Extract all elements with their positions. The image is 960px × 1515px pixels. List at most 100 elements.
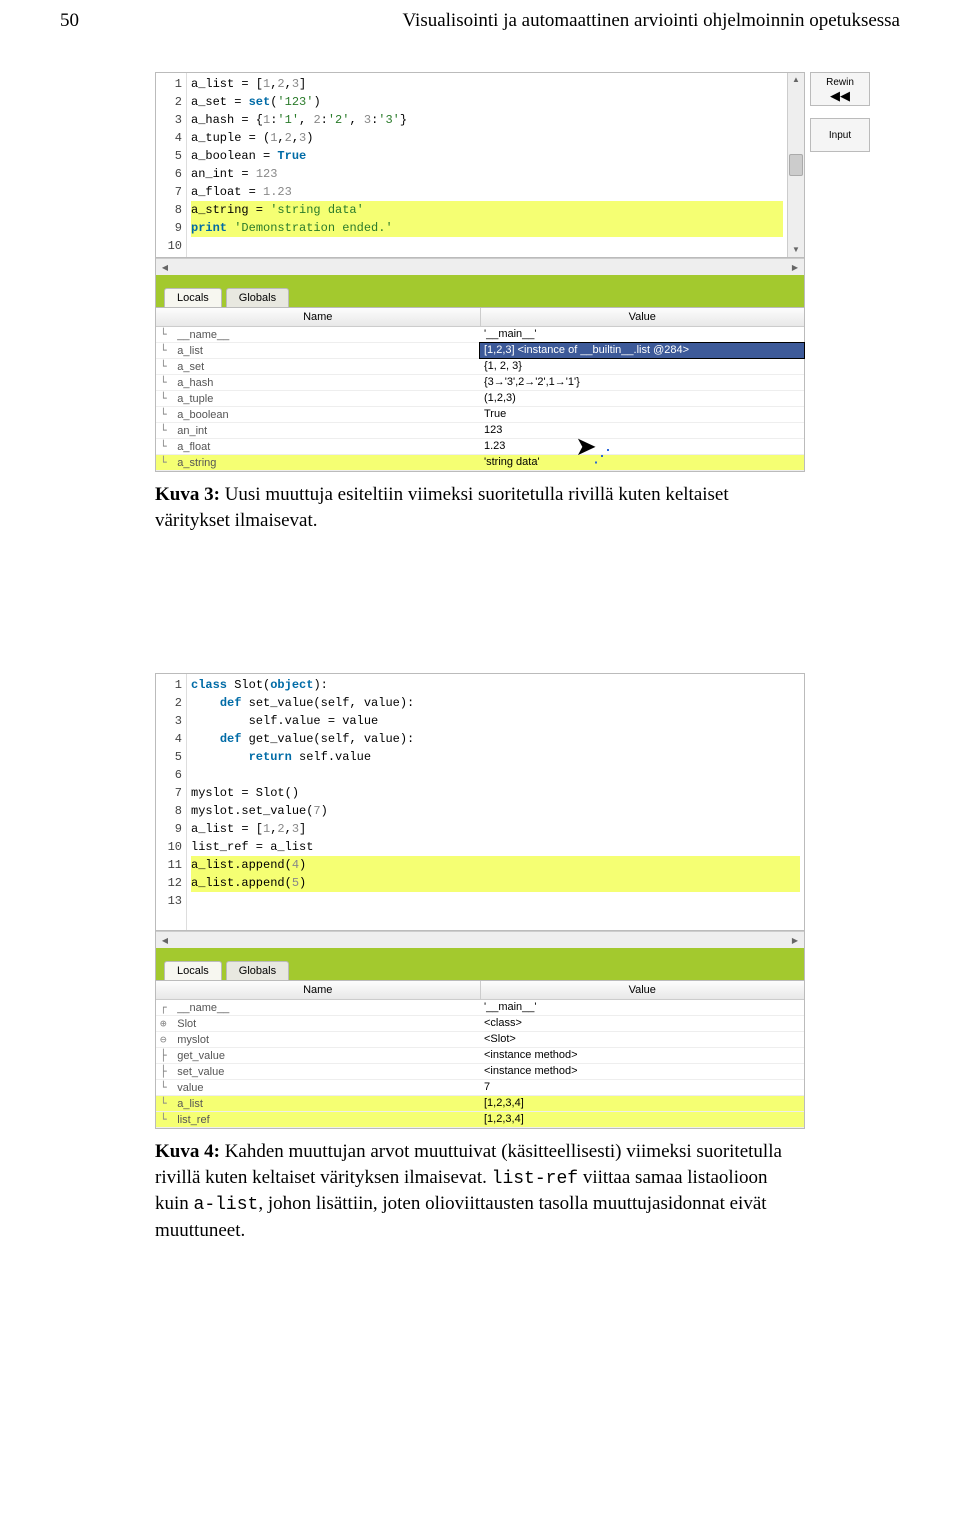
table-row[interactable]: ├ set_value<instance method>: [156, 1064, 804, 1080]
separator: [156, 948, 804, 956]
code-line: a_boolean = True: [191, 147, 783, 165]
variables-table: Name Value ┌ __name__'__main__'⊕ Slot<cl…: [156, 980, 804, 1128]
var-name: └ value: [156, 1080, 480, 1095]
vertical-scrollbar[interactable]: ▲ ▼: [787, 73, 804, 257]
col-value[interactable]: Value: [481, 308, 805, 326]
scroll-down-icon[interactable]: ▼: [792, 243, 800, 257]
var-value: 'string data': [480, 455, 804, 470]
code-line: a_list = [1,2,3]: [191, 75, 783, 93]
scroll-up-icon[interactable]: ▲: [792, 73, 800, 87]
input-label: Input: [829, 130, 851, 141]
figure-4-caption: Kuva 4: Kahden muuttujan arvot muuttuiva…: [155, 1139, 805, 1243]
var-name: ├ set_value: [156, 1064, 480, 1079]
code-area[interactable]: a_list = [1,2,3]a_set = set('123')a_hash…: [187, 73, 787, 257]
table-row[interactable]: └ __name__'__main__': [156, 327, 804, 343]
table-row[interactable]: └ a_float1.23: [156, 439, 804, 455]
scroll-right-icon[interactable]: ▶: [788, 936, 802, 945]
table-row[interactable]: └ an_int123: [156, 423, 804, 439]
table-header: Name Value: [156, 981, 804, 1000]
code-editor: 12345678910111213 class Slot(object): de…: [156, 674, 804, 931]
var-value: 123: [480, 423, 804, 438]
table-row[interactable]: └ a_list[1,2,3] <instance of __builtin__…: [156, 343, 804, 359]
var-value: <instance method>: [480, 1048, 804, 1063]
table-row[interactable]: └ a_list[1,2,3,4]: [156, 1096, 804, 1112]
table-row[interactable]: ⊕ Slot<class>: [156, 1016, 804, 1032]
scroll-left-icon[interactable]: ◀: [158, 936, 172, 945]
horizontal-scrollbar[interactable]: ◀ ▶: [156, 931, 804, 948]
tabs-row: Locals Globals: [156, 956, 804, 980]
table-row[interactable]: └ a_hash{3→'3',2→'2',1→'1'}: [156, 375, 804, 391]
col-value[interactable]: Value: [481, 981, 805, 999]
var-name: └ a_boolean: [156, 407, 480, 422]
var-name: ├ get_value: [156, 1048, 480, 1063]
code-line: print 'Demonstration ended.': [191, 219, 783, 237]
col-name[interactable]: Name: [156, 308, 481, 326]
code-line: list_ref = a_list: [191, 838, 800, 856]
code-line: a_list.append(5): [191, 874, 800, 892]
table-row[interactable]: └ a_string'string data': [156, 455, 804, 471]
page-header: 50 Visualisointi ja automaattinen arvioi…: [60, 10, 900, 32]
side-toolbar: Rewin ◀◀ Input: [810, 72, 870, 152]
caption-label: Kuva 4:: [155, 1141, 220, 1162]
scroll-right-icon[interactable]: ▶: [788, 263, 802, 272]
tab-locals[interactable]: Locals: [164, 288, 222, 307]
code-line: a_string = 'string data': [191, 201, 783, 219]
table-row[interactable]: └ a_set{1, 2, 3}: [156, 359, 804, 375]
rewind-label: Rewin: [826, 77, 854, 88]
var-name: └ a_list: [156, 343, 480, 358]
rewind-icon: ◀◀: [830, 89, 850, 102]
var-value: {1, 2, 3}: [480, 359, 804, 374]
code-line: a_set = set('123'): [191, 93, 783, 111]
col-name[interactable]: Name: [156, 981, 481, 999]
code-line: a_hash = {1:'1', 2:'2', 3:'3'}: [191, 111, 783, 129]
page-number: 50: [60, 10, 79, 32]
screenshot-4: 12345678910111213 class Slot(object): de…: [155, 673, 805, 1129]
var-name: └ an_int: [156, 423, 480, 438]
code-line: [191, 910, 800, 928]
var-value: (1,2,3): [480, 391, 804, 406]
input-button[interactable]: Input: [810, 118, 870, 152]
var-value: {3→'3',2→'2',1→'1'}: [480, 375, 804, 390]
code-line: myslot.set_value(7): [191, 802, 800, 820]
table-row[interactable]: ├ get_value<instance method>: [156, 1048, 804, 1064]
table-row[interactable]: ┌ __name__'__main__': [156, 1000, 804, 1016]
tab-globals[interactable]: Globals: [226, 288, 289, 307]
code-line: class Slot(object):: [191, 676, 800, 694]
rewind-button[interactable]: Rewin ◀◀: [810, 72, 870, 106]
table-row[interactable]: ⊖ myslot<Slot>: [156, 1032, 804, 1048]
table-row[interactable]: └ value7: [156, 1080, 804, 1096]
scroll-thumb[interactable]: [789, 154, 803, 176]
var-name: ⊕ Slot: [156, 1016, 480, 1031]
code-line: [191, 237, 783, 255]
var-value: [1,2,3,4]: [480, 1112, 804, 1127]
var-name: └ list_ref: [156, 1112, 480, 1127]
tabs-row: Locals Globals: [156, 283, 804, 307]
var-value: 1.23: [480, 439, 804, 454]
horizontal-scrollbar[interactable]: ◀ ▶: [156, 258, 804, 275]
code-line: a_tuple = (1,2,3): [191, 129, 783, 147]
table-row[interactable]: └ list_ref[1,2,3,4]: [156, 1112, 804, 1128]
var-value: [1,2,3,4]: [480, 1096, 804, 1111]
table-row[interactable]: └ a_booleanTrue: [156, 407, 804, 423]
var-name: └ a_string: [156, 455, 480, 470]
code-editor: 12345678910 a_list = [1,2,3]a_set = set(…: [156, 73, 804, 258]
figure-4: 12345678910111213 class Slot(object): de…: [155, 673, 805, 1243]
code-line: a_list.append(4): [191, 856, 800, 874]
tab-globals[interactable]: Globals: [226, 961, 289, 980]
code-line: def set_value(self, value):: [191, 694, 800, 712]
figure-3: 12345678910 a_list = [1,2,3]a_set = set(…: [155, 72, 805, 533]
var-name: └ a_list: [156, 1096, 480, 1111]
var-value: 7: [480, 1080, 804, 1095]
var-value: <class>: [480, 1016, 804, 1031]
code-line: a_float = 1.23: [191, 183, 783, 201]
scroll-left-icon[interactable]: ◀: [158, 263, 172, 272]
figure-3-caption: Kuva 3: Uusi muuttuja esiteltiin viimeks…: [155, 482, 805, 533]
code-area[interactable]: class Slot(object): def set_value(self, …: [187, 674, 804, 930]
table-row[interactable]: └ a_tuple(1,2,3): [156, 391, 804, 407]
caption-text: Uusi muuttuja esiteltiin viimeksi suorit…: [155, 484, 729, 531]
tab-locals[interactable]: Locals: [164, 961, 222, 980]
variables-table: Name Value └ __name__'__main__'└ a_list[…: [156, 307, 804, 471]
var-name: └ a_set: [156, 359, 480, 374]
var-value: True: [480, 407, 804, 422]
var-name: ⊖ myslot: [156, 1032, 480, 1047]
